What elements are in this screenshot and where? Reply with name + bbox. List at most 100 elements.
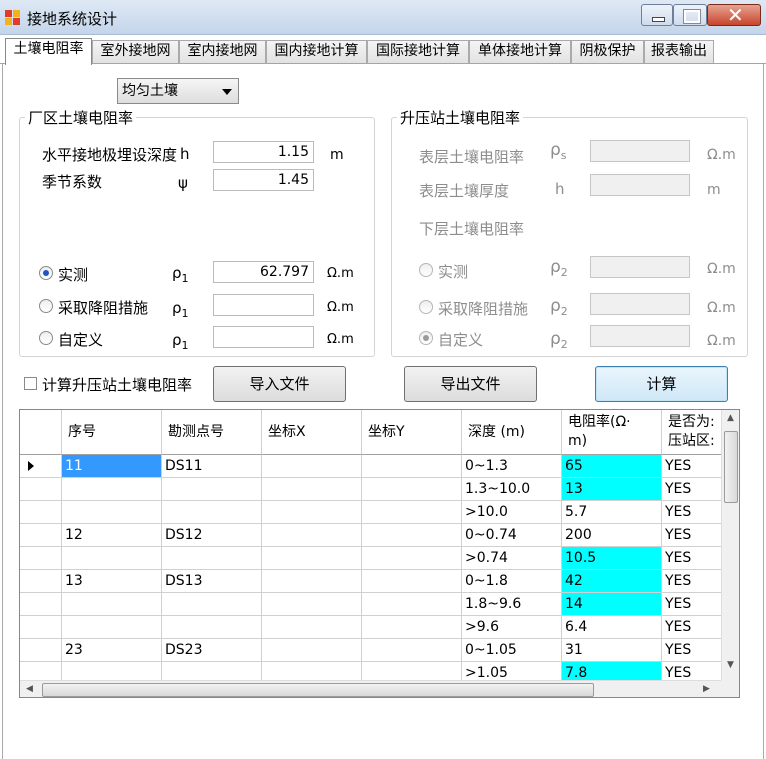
vertical-scroll-thumb[interactable]	[724, 431, 738, 503]
grid-cell-no[interactable]	[62, 593, 162, 616]
surface-input[interactable]	[590, 140, 690, 162]
grid-cell-depth[interactable]: 0~0.74	[462, 524, 562, 547]
sub-reduction-input[interactable]	[590, 293, 690, 315]
row-header[interactable]	[20, 570, 62, 593]
grid-cell-y[interactable]	[362, 478, 462, 501]
grid-cell-rho[interactable]: 10.5	[562, 547, 662, 570]
row-header[interactable]	[20, 455, 62, 478]
header-point[interactable]: 勘测点号	[162, 410, 262, 455]
grid-cell-no[interactable]: 11	[62, 455, 162, 478]
grid-cell-x[interactable]	[262, 593, 362, 616]
grid-cell-sub[interactable]: YES	[662, 593, 722, 616]
grid-cell-rho[interactable]: 65	[562, 455, 662, 478]
row-header[interactable]	[20, 616, 62, 639]
row-header[interactable]	[20, 639, 62, 662]
grid-cell-y[interactable]	[362, 455, 462, 478]
minimize-button[interactable]	[641, 4, 673, 26]
grid-cell-rho[interactable]: 6.4	[562, 616, 662, 639]
plant-measured-input[interactable]: 62.797	[213, 261, 314, 283]
row-header[interactable]	[20, 478, 62, 501]
grid-cell-point[interactable]: DS23	[162, 639, 262, 662]
grid-cell-rho[interactable]: 5.7	[562, 501, 662, 524]
grid-cell-depth[interactable]: >0.74	[462, 547, 562, 570]
grid-cell-sub[interactable]: YES	[662, 478, 722, 501]
tab-indoor-grid[interactable]: 室内接地网	[179, 40, 266, 63]
grid-cell-depth[interactable]: 1.8~9.6	[462, 593, 562, 616]
header-resistivity[interactable]: 电阻率(Ω· m)	[562, 410, 662, 455]
grid-cell-point[interactable]: DS11	[162, 455, 262, 478]
sub-measured-radio[interactable]	[419, 263, 433, 277]
vertical-scrollbar[interactable]: ▲ ▼	[721, 410, 739, 680]
grid-cell-x[interactable]	[262, 478, 362, 501]
grid-cell-no[interactable]	[62, 501, 162, 524]
grid-cell-depth[interactable]: >10.0	[462, 501, 562, 524]
grid-cell-sub[interactable]: YES	[662, 639, 722, 662]
grid-cell-sub[interactable]: YES	[662, 501, 722, 524]
grid-cell-x[interactable]	[262, 524, 362, 547]
grid-cell-sub[interactable]: YES	[662, 616, 722, 639]
import-file-button[interactable]: 导入文件	[213, 366, 346, 402]
sub-measured-input[interactable]	[590, 256, 690, 278]
horizontal-scroll-thumb[interactable]	[42, 683, 594, 697]
scroll-right-icon[interactable]: ▶	[703, 684, 710, 694]
grid-cell-rho[interactable]: 31	[562, 639, 662, 662]
header-depth[interactable]: 深度 (m)	[462, 410, 562, 455]
grid-cell-no[interactable]: 13	[62, 570, 162, 593]
survey-data-grid[interactable]: 序号 勘测点号 坐标X 坐标Y 深度 (m) 电阻率(Ω· m) 是否为: 压站区: 11 DS…	[19, 409, 740, 698]
plant-reduction-radio[interactable]	[39, 299, 53, 313]
grid-cell-y[interactable]	[362, 616, 462, 639]
sub-reduction-radio[interactable]	[419, 300, 433, 314]
grid-cell-rho[interactable]: 42	[562, 570, 662, 593]
grid-cell-point[interactable]	[162, 593, 262, 616]
grid-cell-y[interactable]	[362, 639, 462, 662]
grid-cell-depth[interactable]: >9.6	[462, 616, 562, 639]
plant-reduction-input[interactable]	[213, 294, 314, 316]
header-y[interactable]: 坐标Y	[362, 410, 462, 455]
maximize-button[interactable]	[673, 4, 707, 26]
grid-cell-point[interactable]	[162, 478, 262, 501]
grid-cell-y[interactable]	[362, 501, 462, 524]
season-input[interactable]: 1.45	[213, 169, 314, 191]
grid-cell-point[interactable]	[162, 547, 262, 570]
grid-cell-y[interactable]	[362, 524, 462, 547]
calculate-button[interactable]: 计算	[595, 366, 728, 402]
grid-cell-depth[interactable]: 0~1.3	[462, 455, 562, 478]
grid-cell-y[interactable]	[362, 547, 462, 570]
row-header[interactable]	[20, 524, 62, 547]
grid-cell-sub[interactable]: YES	[662, 547, 722, 570]
grid-cell-no[interactable]	[62, 478, 162, 501]
tab-single-calc[interactable]: 单体接地计算	[469, 40, 571, 63]
tab-international-calc[interactable]: 国际接地计算	[367, 40, 469, 63]
row-header[interactable]	[20, 547, 62, 570]
grid-cell-sub[interactable]: YES	[662, 570, 722, 593]
export-file-button[interactable]: 导出文件	[404, 366, 537, 402]
grid-cell-y[interactable]	[362, 570, 462, 593]
grid-cell-no[interactable]: 23	[62, 639, 162, 662]
grid-cell-rho[interactable]: 14	[562, 593, 662, 616]
depth-input[interactable]: 1.15	[213, 141, 314, 163]
plant-custom-input[interactable]	[213, 326, 314, 348]
tab-domestic-calc[interactable]: 国内接地计算	[266, 40, 367, 63]
grid-cell-depth[interactable]: 1.3~10.0	[462, 478, 562, 501]
plant-measured-radio[interactable]	[39, 266, 53, 280]
soil-type-select[interactable]: 均匀土壤	[117, 78, 239, 104]
grid-cell-x[interactable]	[262, 501, 362, 524]
grid-cell-no[interactable]: 12	[62, 524, 162, 547]
plant-custom-radio[interactable]	[39, 331, 53, 345]
grid-cell-point[interactable]: DS12	[162, 524, 262, 547]
grid-cell-sub[interactable]: YES	[662, 524, 722, 547]
grid-cell-rho[interactable]: 13	[562, 478, 662, 501]
row-header[interactable]	[20, 501, 62, 524]
tab-report-output[interactable]: 报表输出	[644, 40, 714, 63]
calc-substation-checkbox[interactable]	[24, 377, 37, 390]
thickness-input[interactable]	[590, 174, 690, 196]
grid-cell-x[interactable]	[262, 570, 362, 593]
header-no[interactable]: 序号	[62, 410, 162, 455]
horizontal-scrollbar[interactable]: ◀ ▶	[20, 680, 721, 697]
scroll-up-icon[interactable]: ▲	[727, 413, 734, 423]
scroll-left-icon[interactable]: ◀	[26, 684, 33, 694]
header-substation[interactable]: 是否为: 压站区:	[662, 410, 722, 455]
tab-outdoor-grid[interactable]: 室外接地网	[92, 40, 179, 63]
scroll-down-icon[interactable]: ▼	[727, 660, 734, 670]
row-header[interactable]	[20, 593, 62, 616]
